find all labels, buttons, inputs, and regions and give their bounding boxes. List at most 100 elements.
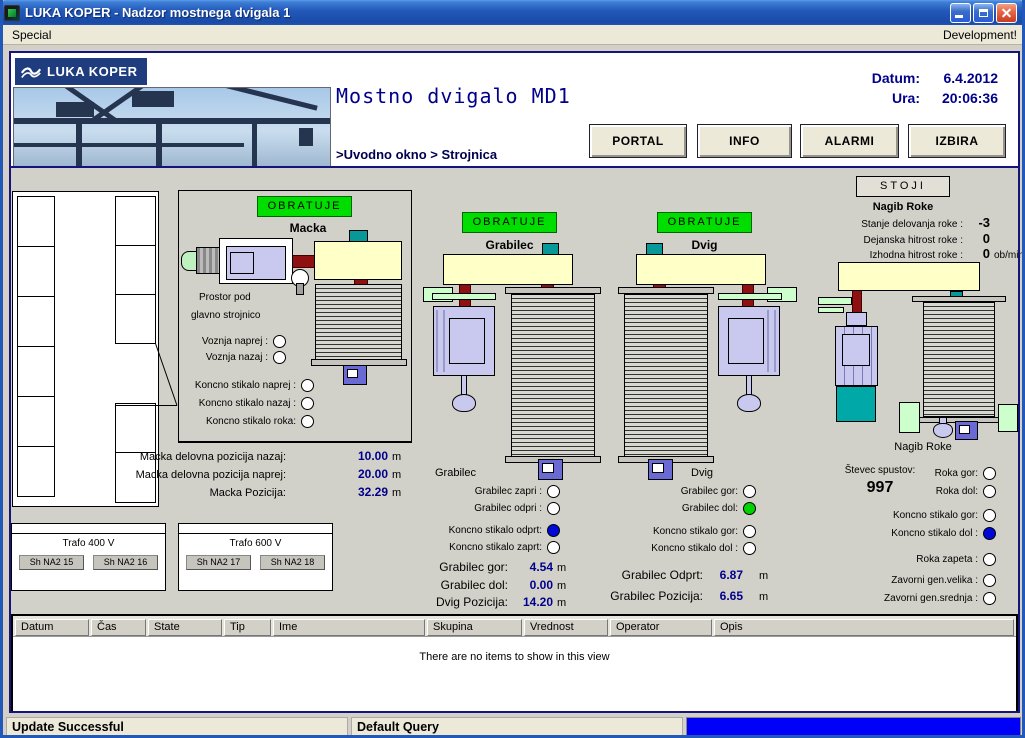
menu-item-special[interactable]: Special <box>8 28 55 42</box>
indicator-label: Voznja nazaj : <box>206 352 268 363</box>
grabilec-drum-top <box>505 287 601 294</box>
nagib-motor-frame <box>842 334 870 366</box>
grabilec-gearbox <box>443 254 573 285</box>
grabilec-encoder-window <box>542 463 554 473</box>
indicator-row: Grabilec odpri : <box>383 501 560 516</box>
grabilec-drum <box>511 294 595 457</box>
dvig-encoder-window <box>652 463 664 473</box>
nagib-gearbox <box>838 262 980 291</box>
indicator-label: Grabilec zapri : <box>475 486 542 497</box>
macka-drum <box>315 284 402 360</box>
column-header-cas[interactable]: Čas <box>91 619 146 636</box>
status-row: Stanje delovanja roke : -3 <box>793 215 994 231</box>
value-label: Grabilec dol: <box>383 578 508 592</box>
status-value: 0 <box>963 231 990 246</box>
indicator-lamp <box>983 592 996 605</box>
menu-bar: Special Development! <box>0 25 1025 45</box>
macka-shaft <box>291 255 315 268</box>
value-number: 0.00 <box>508 578 553 592</box>
indicator-label: Roka zapeta : <box>916 554 978 565</box>
indicator-row: Voznja nazaj : <box>123 350 286 365</box>
indicator-row: Koncno stikalo nazaj : <box>123 396 314 411</box>
dvig-drum <box>624 294 708 457</box>
indicator-label: Koncno stikalo naprej : <box>195 380 296 391</box>
close-button[interactable] <box>996 3 1017 23</box>
value-row: Grabilec dol: 0.00 m <box>383 578 566 594</box>
indicator-lamp <box>273 335 286 348</box>
minimize-button[interactable] <box>950 3 971 23</box>
indicator-label: Koncno stikalo dol : <box>651 543 738 554</box>
trafo-plate[interactable]: Sh NA2 18 <box>260 555 325 570</box>
status-bar: Update Successful Default Query <box>3 715 1025 738</box>
portal-button[interactable]: PORTAL <box>589 124 687 158</box>
grabilec-bell <box>452 394 476 412</box>
dvig-title: Dvig <box>657 238 752 252</box>
nagib-pad-right <box>998 404 1018 432</box>
nagib-bell <box>933 423 953 438</box>
column-header-tip[interactable]: Tip <box>224 619 271 636</box>
dvig-bell-stem <box>746 376 752 396</box>
alarmi-button[interactable]: ALARMI <box>800 124 899 158</box>
value-row: Dvig Pozicija: 14.20 m <box>383 595 566 611</box>
status-label: Izhodna hitrost roke : <box>793 250 963 261</box>
macka-gearbox-tab <box>349 230 368 242</box>
grabilec-brake-bar <box>432 293 496 300</box>
grabilec-status-badge: OBRATUJE <box>462 212 557 233</box>
time-value: 20:06:36 <box>920 90 998 106</box>
trafo-plate[interactable]: Sh NA2 17 <box>186 555 251 570</box>
nagib-title: Nagib Roke <box>883 441 963 453</box>
indicator-lamp <box>301 415 314 428</box>
value-row: Macka delovna pozicija nazaj: 10.00 m <box>116 449 401 465</box>
nagib-encoder-window <box>959 425 970 434</box>
indicator-lamp <box>983 509 996 522</box>
crane-photo-leg <box>156 120 162 167</box>
nagib-status-title: Nagib Roke <box>863 201 943 213</box>
value-label: Grabilec gor: <box>383 560 508 574</box>
grabilec-motor-frame <box>449 318 485 364</box>
crane-photo-trolley <box>299 128 313 146</box>
value-unit: m <box>759 570 768 582</box>
column-header-state[interactable]: State <box>148 619 222 636</box>
value-label: Grabilec Odprt: <box>563 568 703 582</box>
indicator-lamp <box>983 467 996 480</box>
value-label: Grabilec Pozicija: <box>563 589 703 603</box>
dvig-motor-frame <box>728 318 764 364</box>
trafo-plate[interactable]: Sh NA2 15 <box>19 555 84 570</box>
room-label-2: glavno strojnico <box>191 310 260 321</box>
nagib-shaft <box>852 290 862 313</box>
nagib-brake-bar <box>818 307 844 313</box>
trafo-400v-box: Trafo 400 V Sh NA2 15 Sh NA2 16 <box>11 523 166 591</box>
value-number: 20.00 <box>286 467 388 481</box>
title-bar[interactable]: LUKA KOPER - Nadzor mostnega dvigala 1 <box>0 0 1025 25</box>
info-button[interactable]: INFO <box>697 124 792 158</box>
column-header-skupina[interactable]: Skupina <box>427 619 522 636</box>
trafo-plate[interactable]: Sh NA2 16 <box>93 555 158 570</box>
column-header-operator[interactable]: Operator <box>610 619 712 636</box>
indicator-lamp <box>743 542 756 555</box>
dvig-status-badge: OBRATUJE <box>657 212 752 233</box>
column-header-ime[interactable]: Ime <box>273 619 425 636</box>
value-label: Dvig Pozicija: <box>383 595 508 609</box>
minimize-icon <box>955 15 963 18</box>
indicator-label: Zavorni gen.velika : <box>891 575 978 586</box>
crane-photo-leg <box>76 120 82 167</box>
restore-button[interactable] <box>973 3 994 23</box>
value-number: 10.00 <box>286 449 388 463</box>
macka-status-badge: OBRATUJE <box>257 196 352 217</box>
izbira-button[interactable]: IZBIRA <box>908 124 1006 158</box>
value-number: 6.65 <box>703 589 743 603</box>
value-unit: m <box>392 469 401 481</box>
time-label: Ura: <box>860 90 920 106</box>
column-header-opis[interactable]: Opis <box>714 619 1014 636</box>
logo-text: LUKA KOPER <box>47 64 137 79</box>
value-row: Macka Pozicija: 32.29 m <box>116 485 401 501</box>
macka-encoder-window <box>347 369 358 378</box>
breadcrumb: >Uvodno okno > Strojnica <box>336 147 497 162</box>
alarm-table: Datum Čas State Tip Ime Skupina Vrednost… <box>11 614 1018 713</box>
column-header-datum[interactable]: Datum <box>15 619 89 636</box>
value-row: Grabilec gor: 4.54 m <box>383 560 566 576</box>
indicator-label: Grabilec dol: <box>682 503 738 514</box>
status-label: Dejanska hitrost roke : <box>793 235 963 246</box>
grabilec-gearbox-tab <box>542 243 559 255</box>
column-header-vrednost[interactable]: Vrednost <box>524 619 608 636</box>
